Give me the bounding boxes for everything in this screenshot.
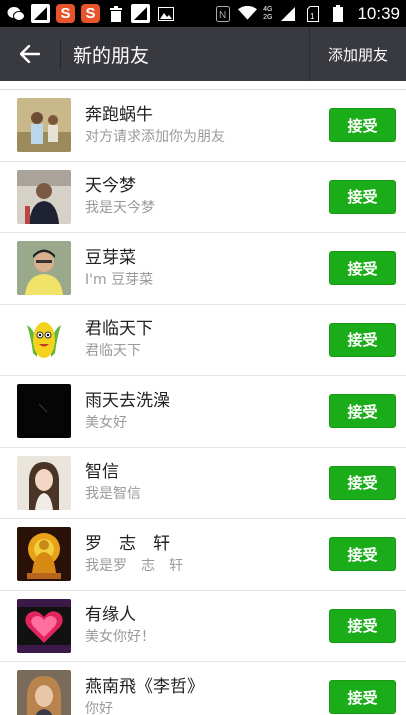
request-text: 燕南飛《李哲》 你好 <box>85 676 310 715</box>
avatar <box>17 670 71 715</box>
friend-name: 罗 志 轩 <box>85 533 170 554</box>
request-message: 美女你好！ <box>85 629 155 646</box>
battery-icon <box>328 4 347 23</box>
friend-request-row[interactable]: 罗 志 轩 我是罗 志 轩 接受 <box>0 519 406 591</box>
friend-request-list: 奔跑蜗牛 对方请求添加你为朋友 接受 天今梦 我是天今梦 接受 豆芽菜 I'm … <box>0 89 406 715</box>
title-bar: 新的朋友 添加朋友 <box>0 27 406 81</box>
request-text: 君临天下 君临天下 <box>85 318 310 361</box>
wechat-icon <box>6 4 25 23</box>
request-text: 有缘人 美女你好！ <box>85 604 310 647</box>
title-divider <box>60 39 61 69</box>
notification-icons: S S <box>6 4 175 23</box>
friend-request-row[interactable]: 燕南飛《李哲》 你好 接受 <box>0 662 406 715</box>
friend-name: 燕南飛《李哲》 <box>85 676 204 697</box>
svg-text:1: 1 <box>310 12 315 21</box>
trash-icon <box>106 4 125 23</box>
request-text: 智信 我是智信 <box>85 461 310 504</box>
avatar <box>17 384 71 439</box>
request-message: 美女好 <box>85 414 127 431</box>
back-arrow-icon <box>20 45 40 63</box>
accept-button[interactable]: 接受 <box>329 322 396 357</box>
photo-icon <box>31 4 50 23</box>
accept-button[interactable]: 接受 <box>329 108 396 143</box>
avatar <box>17 241 71 296</box>
friend-name: 君临天下 <box>85 319 153 340</box>
avatar <box>17 312 71 367</box>
back-button[interactable] <box>0 27 60 81</box>
avatar <box>17 598 71 653</box>
request-message: 我是罗 志 轩 <box>85 557 183 574</box>
friend-request-row[interactable]: 有缘人 美女你好！ 接受 <box>0 591 406 662</box>
accept-button[interactable]: 接受 <box>329 251 396 286</box>
system-icons: N 4G 2G 1 10:39 <box>213 4 400 24</box>
friend-name: 有缘人 <box>85 605 136 626</box>
request-message: I'm 豆芽菜 <box>85 271 154 288</box>
accept-button[interactable]: 接受 <box>329 608 396 643</box>
request-text: 罗 志 轩 我是罗 志 轩 <box>85 533 310 576</box>
signal-icon <box>278 4 297 23</box>
request-message: 你好 <box>85 700 113 715</box>
status-bar: S S N 4G 2G 1 10:39 <box>0 0 406 27</box>
friend-request-row[interactable]: 奔跑蜗牛 对方请求添加你为朋友 接受 <box>0 90 406 162</box>
network-4g-label: 4G <box>263 5 273 13</box>
friend-request-row[interactable]: 天今梦 我是天今梦 接受 <box>0 162 406 233</box>
friend-name: 豆芽菜 <box>85 247 136 268</box>
svg-text:N: N <box>219 10 226 21</box>
request-message: 我是天今梦 <box>85 200 155 217</box>
network-2g-label: 2G <box>263 13 273 21</box>
add-friend-label: 添加朋友 <box>327 45 388 64</box>
request-message: 君临天下 <box>85 343 141 360</box>
add-friend-button[interactable]: 添加朋友 <box>308 27 406 81</box>
request-text: 奔跑蜗牛 对方请求添加你为朋友 <box>85 104 310 147</box>
friend-name: 奔跑蜗牛 <box>85 104 153 125</box>
request-text: 豆芽菜 I'm 豆芽菜 <box>85 247 310 290</box>
friend-name: 天今梦 <box>85 176 136 197</box>
request-text: 雨天去洗澡 美女好 <box>85 390 310 433</box>
request-message: 我是智信 <box>85 486 141 503</box>
nfc-icon: N <box>213 4 232 23</box>
friend-name: 雨天去洗澡 <box>85 390 170 411</box>
image-icon <box>156 4 175 23</box>
accept-button[interactable]: 接受 <box>329 680 396 715</box>
friend-request-row[interactable]: 雨天去洗澡 美女好 接受 <box>0 376 406 448</box>
accept-button[interactable]: 接受 <box>329 465 396 500</box>
accept-button[interactable]: 接受 <box>329 537 396 572</box>
request-message: 对方请求添加你为朋友 <box>85 128 225 145</box>
request-text: 天今梦 我是天今梦 <box>85 175 310 218</box>
wifi-icon <box>238 4 258 23</box>
accept-button[interactable]: 接受 <box>329 394 396 429</box>
friend-request-row[interactable]: 智信 我是智信 接受 <box>0 448 406 519</box>
avatar <box>17 98 71 153</box>
friend-request-row[interactable]: 君临天下 君临天下 接受 <box>0 305 406 376</box>
avatar <box>17 169 71 224</box>
avatar <box>17 527 71 582</box>
s-app-icon: S <box>56 4 75 23</box>
accept-button[interactable]: 接受 <box>329 179 396 214</box>
friend-request-row[interactable]: 豆芽菜 I'm 豆芽菜 接受 <box>0 233 406 305</box>
sim-icon: 1 <box>303 4 322 23</box>
clock: 10:39 <box>357 3 400 23</box>
page-title: 新的朋友 <box>73 44 150 67</box>
photo-icon <box>131 4 150 23</box>
s-app-icon: S <box>81 4 100 23</box>
friend-name: 智信 <box>85 462 119 483</box>
screen: S S N 4G 2G 1 10:39 新的朋友 添加朋友 奔跑蜗牛 对方请求添… <box>0 0 406 715</box>
network-type: 4G 2G <box>263 6 272 22</box>
avatar <box>17 455 71 510</box>
